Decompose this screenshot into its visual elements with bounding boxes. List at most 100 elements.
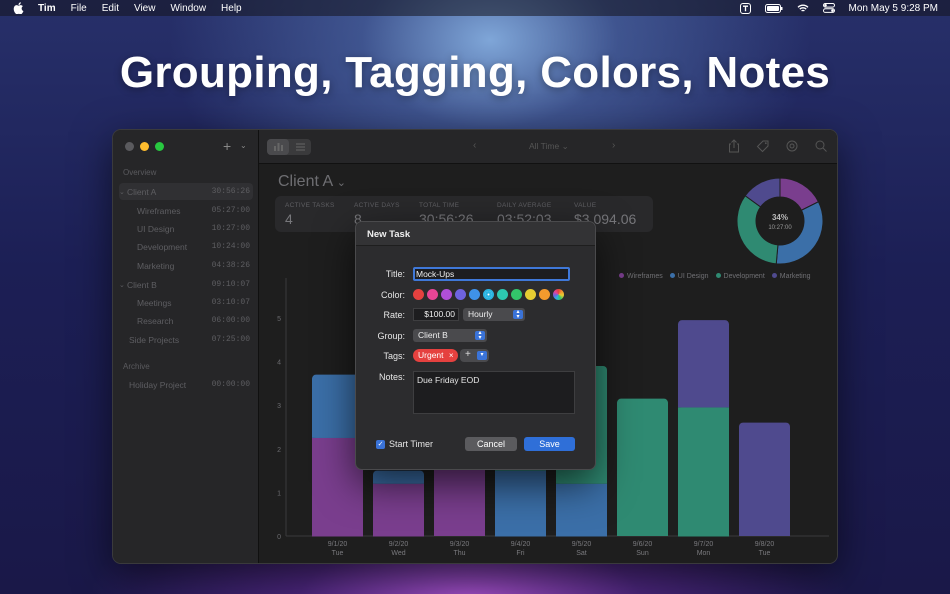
apple-menu-icon[interactable] (12, 2, 25, 14)
x-tick-label: 9/6/20 (633, 541, 653, 548)
group-value: Client B (418, 330, 448, 340)
tag-chip-urgent[interactable]: Urgent × (413, 349, 458, 362)
sidebar-item-time: 03:10:07 (211, 298, 250, 307)
add-tag-button[interactable]: + ▾ (460, 349, 489, 362)
sidebar-item-ui-design[interactable]: UI Design 10:27:00 (119, 220, 253, 237)
color-swatch[interactable] (497, 289, 508, 300)
color-swatch[interactable] (511, 289, 522, 300)
sidebar-item-client-b[interactable]: ⌄ Client B 09:10:07 (119, 276, 253, 293)
battery-icon[interactable] (764, 3, 783, 13)
window-controls (125, 142, 164, 151)
add-item-button[interactable]: + (223, 138, 231, 154)
menu-help[interactable]: Help (221, 3, 242, 14)
remove-tag-icon[interactable]: × (449, 349, 454, 362)
rate-input[interactable]: $100.00 (413, 308, 459, 321)
menubar-clock[interactable]: Mon May 5 9:28 PM (849, 3, 938, 14)
control-center-icon[interactable] (822, 3, 835, 13)
chevron-down-icon: ▾ (477, 351, 487, 360)
tag-label: Urgent (418, 350, 444, 360)
headline: Grouping, Tagging, Colors, Notes (119, 48, 831, 97)
bar-segment-fill (373, 474, 424, 484)
save-button[interactable]: Save (524, 437, 575, 451)
y-tick-label: 4 (277, 360, 281, 367)
sidebar-item-label: Client A (127, 186, 157, 197)
color-swatch[interactable] (539, 289, 550, 300)
color-swatch[interactable] (413, 289, 424, 300)
y-tick-label: 2 (277, 447, 281, 454)
bar-segment-fill (617, 402, 668, 536)
donut-time: 10:27:00 (768, 225, 792, 231)
group-select[interactable]: Client B ▴ ▾ (413, 329, 487, 342)
donut-slice (775, 201, 824, 265)
sidebar-item-time: 00:00:00 (211, 380, 250, 389)
select-arrows-icon: ▴ ▾ (513, 309, 523, 320)
sidebar-item-meetings[interactable]: Meetings 03:10:07 (119, 294, 253, 311)
x-tick-label: 9/3/20 (450, 541, 470, 548)
rate-label: Rate: (383, 310, 405, 320)
sidebar-item-development[interactable]: Development 10:24:00 (119, 238, 253, 255)
zoom-window-button[interactable] (155, 142, 164, 151)
sidebar-item-time: 06:00:00 (211, 316, 250, 325)
bar-segment-fill (678, 324, 729, 408)
notes-textarea[interactable]: Due Friday EOD (413, 371, 575, 414)
disclosure-chevron-icon[interactable]: ⌄ (119, 281, 127, 289)
notes-label: Notes: (378, 372, 405, 382)
sidebar-section-overview[interactable]: Overview (123, 168, 156, 177)
sidebar-item-time: 10:24:00 (211, 242, 250, 251)
plus-icon: + (465, 349, 471, 360)
minimize-window-button[interactable] (140, 142, 149, 151)
sidebar-item-research[interactable]: Research 06:00:00 (119, 312, 253, 329)
sidebar-item-side-projects[interactable]: Side Projects 07:25:00 (119, 331, 253, 348)
sidebar-item-time: 30:56:26 (211, 187, 250, 196)
close-window-button[interactable] (125, 142, 134, 151)
sidebar-item-label: Wireframes (137, 205, 181, 216)
color-swatch[interactable] (441, 289, 452, 300)
sidebar-item-label: Client B (127, 279, 157, 290)
title-label: Title: (385, 269, 405, 279)
sidebar-item-marketing[interactable]: Marketing 04:38:26 (119, 257, 253, 274)
sidebar-item-label: Research (137, 315, 174, 326)
sidebar-item-client-a[interactable]: ⌄ Client A 30:56:26 (119, 183, 253, 200)
color-swatch[interactable] (427, 289, 438, 300)
custom-color-wheel-icon[interactable] (553, 289, 564, 300)
menu-app-tim[interactable]: Tim (38, 3, 56, 14)
color-swatch-selected[interactable] (483, 289, 494, 300)
sidebar: + ⌄ Overview ⌄ Client A 30:56:26 Wirefra… (113, 130, 259, 563)
menu-file[interactable]: File (71, 3, 87, 14)
x-tick-label: 9/4/20 (511, 541, 531, 548)
sidebar-section-archive[interactable]: Archive (123, 362, 150, 371)
rate-unit-value: Hourly (468, 309, 493, 319)
sidebar-item-wireframes[interactable]: Wireframes 05:27:00 (119, 202, 253, 219)
add-menu-chevron-icon[interactable]: ⌄ (240, 141, 247, 150)
bar-segment (678, 407, 729, 537)
checkbox-checked-icon[interactable]: ✓ (376, 439, 385, 449)
bar-segment-fill (739, 426, 790, 536)
color-swatch[interactable] (525, 289, 536, 300)
start-timer-label: Start Timer (389, 439, 434, 449)
color-label: Color: (380, 290, 405, 300)
cancel-button[interactable]: Cancel (465, 437, 517, 451)
disclosure-chevron-icon[interactable]: ⌄ (119, 188, 127, 196)
x-tick-sublabel: Thu (453, 550, 465, 557)
color-swatch[interactable] (469, 289, 480, 300)
menu-view[interactable]: View (134, 3, 156, 14)
bar-segment (495, 470, 546, 537)
x-tick-label: 9/2/20 (389, 541, 409, 548)
wifi-icon[interactable] (797, 4, 809, 13)
tags-label: Tags: (383, 351, 405, 361)
sidebar-item-time: 10:27:00 (211, 224, 250, 233)
color-swatch[interactable] (455, 289, 466, 300)
sidebar-item-holiday-project[interactable]: Holiday Project 00:00:00 (119, 376, 253, 393)
title-input[interactable] (413, 267, 570, 281)
x-tick-sublabel: Tue (332, 550, 344, 557)
sidebar-item-time: 07:25:00 (211, 335, 250, 344)
rate-unit-select[interactable]: Hourly ▴ ▾ (463, 308, 525, 321)
sidebar-item-time: 04:38:26 (211, 261, 250, 270)
bar-segment-fill (434, 465, 485, 536)
sidebar-item-label: Development (137, 241, 188, 252)
menu-window[interactable]: Window (170, 3, 206, 14)
sidebar-item-label: Marketing (137, 260, 175, 271)
start-timer-checkbox[interactable]: ✓ Start Timer (376, 439, 433, 449)
menu-edit[interactable]: Edit (102, 3, 119, 14)
tim-status-icon[interactable] (739, 2, 751, 14)
